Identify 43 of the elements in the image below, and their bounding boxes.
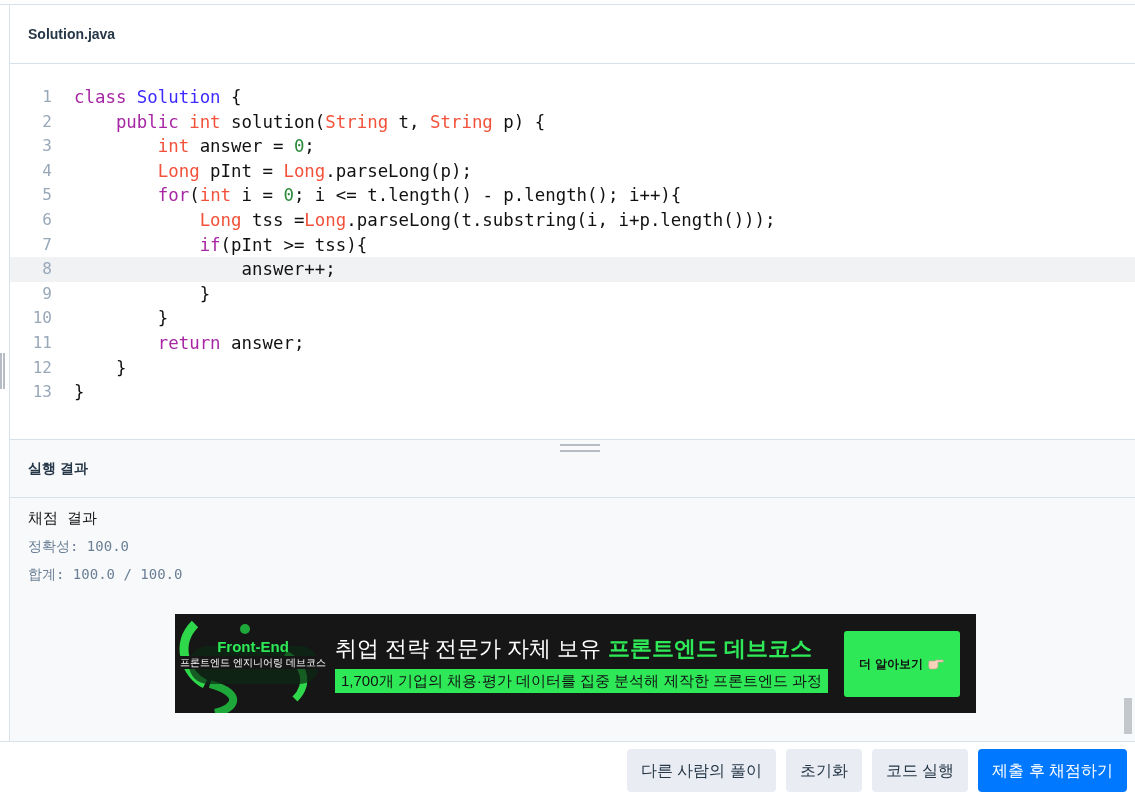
- file-tab[interactable]: Solution.java: [28, 23, 116, 45]
- action-button[interactable]: 다른 사람의 풀이: [626, 749, 776, 792]
- code-line: 1 class Solution {: [10, 85, 1135, 110]
- code-line: 4 Long pInt = Long.parseLong(p);: [10, 158, 1135, 184]
- action-button[interactable]: 코드 실행: [871, 749, 969, 792]
- action-button[interactable]: 제출 후 채점하기: [978, 749, 1127, 792]
- line-number: 7: [41, 233, 53, 256]
- results-title: 실행 결과: [28, 459, 88, 478]
- line-number: 5: [41, 184, 53, 207]
- resize-handle[interactable]: [0, 353, 5, 389]
- code-line: 3 int answer = 0;: [10, 134, 1135, 159]
- code-line: 7 if(pInt >= tss){: [10, 232, 1135, 258]
- line-number: 12: [31, 356, 53, 379]
- result-line: 정확성: 100.0: [28, 537, 130, 556]
- line-number: 10: [31, 307, 53, 330]
- code-line: 11 return answer;: [10, 330, 1135, 356]
- line-number: 13: [31, 381, 53, 404]
- line-number: 11: [31, 331, 53, 354]
- banner-subline: 1,700개 기업의 채용·평가 데이터를 집중 분석해 제작한 프론트엔드 과정: [335, 668, 828, 693]
- banner-cta-button[interactable]: 더 알아보기: [844, 630, 960, 697]
- line-number: 4: [41, 159, 53, 182]
- line-number: 3: [41, 135, 53, 158]
- code-line: 9 }: [10, 281, 1135, 307]
- line-number: 9: [41, 282, 53, 305]
- drag-handle[interactable]: [560, 444, 600, 452]
- line-number: 8: [41, 258, 53, 281]
- code-line: 2 public int solution(String t, String p) {: [10, 109, 1135, 135]
- code-line: 13 }: [10, 380, 1135, 405]
- banner-logo-subtitle: 프론트엔드 엔지니어링 데브코스: [178, 656, 328, 669]
- scrollbar[interactable]: [1124, 698, 1132, 734]
- code-line: 6 Long tss =Long.parseLong(t.substring(i, i+p.length()));: [10, 207, 1135, 233]
- line-number: 6: [41, 208, 53, 231]
- action-button[interactable]: 초기화: [785, 749, 862, 792]
- banner-headline: 취업 전략 전문가 자체 보유 프론트엔드 데브코스: [335, 634, 812, 663]
- code-line: 5 for(int i = 0; i <= t.length() - p.length(); i++){: [10, 183, 1135, 208]
- result-heading: 채점 결과: [28, 509, 98, 528]
- code-line: 10 }: [10, 306, 1135, 331]
- pointing-hand-icon: [926, 657, 945, 670]
- code-line: 12 }: [10, 355, 1135, 381]
- line-number: 1: [41, 86, 53, 108]
- line-number: 2: [41, 110, 53, 133]
- result-line: 합계: 100.0 / 100.0: [28, 565, 184, 584]
- banner-logo-title: Front-End: [217, 638, 289, 656]
